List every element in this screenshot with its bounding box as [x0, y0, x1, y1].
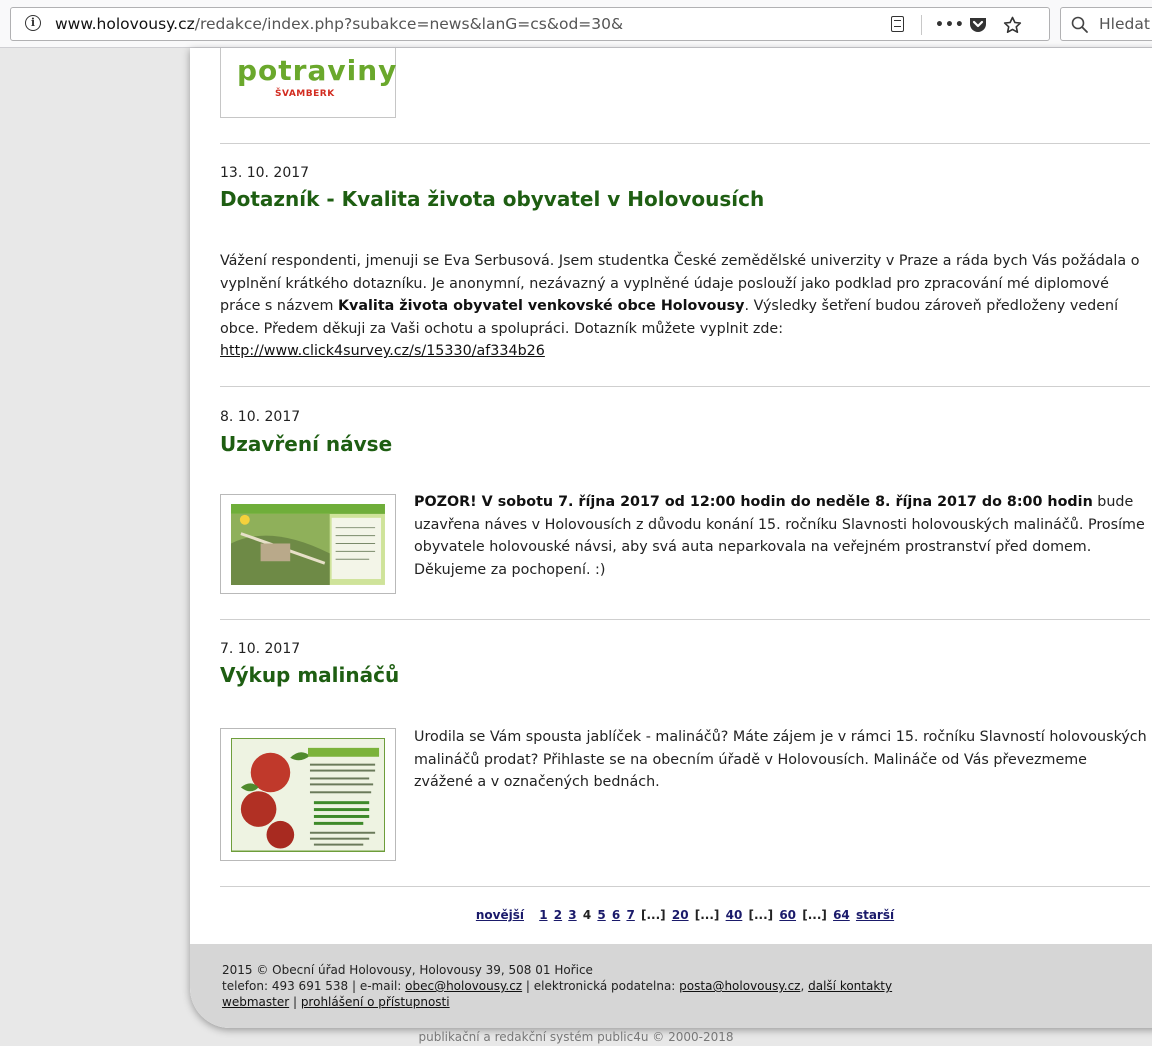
sponsor-banner[interactable]: potraviny ŠVAMBERK — [220, 48, 396, 118]
news-thumbnail[interactable] — [220, 494, 396, 594]
site-footer: 2015 © Obecní úřad Holovousy, Holovousy … — [190, 944, 1152, 1028]
pager-ellipsis: [...] — [748, 908, 774, 922]
news-text-bold: Kvalita života obyvatel venkovské obce H… — [337, 298, 745, 314]
pager-page-link[interactable]: 40 — [726, 908, 743, 922]
page-content: potraviny ŠVAMBERK 13. 10. 2017 Dotazník… — [190, 48, 1152, 1028]
pager-newer-link[interactable]: novější — [476, 908, 524, 922]
footer-webmaster-link[interactable]: webmaster — [222, 995, 289, 1009]
news-date: 7. 10. 2017 — [220, 641, 301, 657]
pager-ellipsis: [...] — [641, 908, 666, 922]
pager-page-link[interactable]: 7 — [626, 908, 634, 922]
pager-page-link[interactable]: 20 — [672, 908, 689, 922]
news-date: 13. 10. 2017 — [220, 165, 310, 181]
footer-contact: 2015 © Obecní úřad Holovousy, Holovousy … — [222, 962, 892, 1010]
divider — [220, 886, 1150, 887]
pocket-icon[interactable] — [967, 14, 989, 36]
pager-page-link[interactable]: 3 — [568, 908, 576, 922]
divider — [220, 619, 1150, 620]
survey-link[interactable]: http://www.click4survey.cz/s/15330/af334… — [220, 343, 545, 359]
footer-contact-line: telefon: 493 691 538 | e-mail: obec@holo… — [222, 978, 892, 994]
pager-current-page: 4 — [582, 908, 592, 922]
search-icon — [1071, 16, 1088, 33]
footer-address: 2015 © Obecní úřad Holovousy, Holovousy … — [222, 963, 593, 977]
powered-by: publikační a redakční systém public4u © … — [418, 1030, 734, 1044]
bookmark-star-icon[interactable] — [1001, 14, 1023, 36]
footer-label: | elektronická podatelna: — [522, 979, 680, 993]
village-map-image — [231, 504, 385, 585]
url-host: www.holovousy.cz — [55, 15, 195, 33]
reader-view-icon[interactable] — [887, 14, 909, 36]
pagination: novější 1 2 3 4 5 6 7 [...] 20 [...] 40 … — [190, 908, 1152, 922]
search-placeholder: Hledat — [1099, 15, 1150, 33]
footer-contacts-link[interactable]: další kontakty — [808, 979, 892, 993]
url-path: /redakce/index.php?subakce=news&lanG=cs&… — [194, 15, 624, 33]
footer-separator: , — [800, 979, 809, 993]
pager-page-link[interactable]: 2 — [554, 908, 562, 922]
footer-podatelna-link[interactable]: posta@holovousy.cz — [679, 979, 800, 993]
toolbar-divider — [921, 15, 922, 35]
news-text: Urodila se Vám spousta jablíček - maliná… — [414, 729, 1147, 790]
apples-poster-image — [231, 738, 385, 852]
search-box[interactable]: Hledat — [1060, 7, 1152, 41]
news-text-bold: POZOR! V sobotu 7. října 2017 od 12:00 h… — [414, 494, 1093, 510]
footer-accessibility-link[interactable]: prohlášení o přístupnosti — [301, 995, 450, 1009]
footer-email-link[interactable]: obec@holovousy.cz — [405, 979, 522, 993]
pager-older-link[interactable]: starší — [856, 908, 894, 922]
news-text: POZOR! V sobotu 7. října 2017 od 12:00 h… — [414, 491, 1149, 581]
news-title[interactable]: Výkup malináčů — [220, 663, 399, 687]
footer-separator: | — [289, 995, 301, 1009]
pager-page-link[interactable]: 5 — [597, 908, 605, 922]
news-title[interactable]: Uzavření návse — [220, 432, 392, 456]
url-text[interactable]: www.holovousy.cz/redakce/index.php?subak… — [55, 15, 623, 33]
footer-phone: telefon: 493 691 538 | e-mail: — [222, 979, 406, 993]
sponsor-logo-subtext: ŠVAMBERK — [275, 89, 335, 99]
info-icon[interactable]: i — [25, 15, 41, 31]
pager-page-link[interactable]: 6 — [612, 908, 620, 922]
pager-page-link[interactable]: 60 — [779, 908, 796, 922]
news-text: Vážení respondenti, jmenuji se Eva Serbu… — [220, 250, 1145, 363]
pager-ellipsis: [...] — [802, 908, 827, 922]
address-bar[interactable]: i www.holovousy.cz/redakce/index.php?sub… — [10, 7, 1050, 41]
footer-links: webmaster | prohlášení o přístupnosti — [222, 994, 892, 1010]
pager-ellipsis: [...] — [694, 908, 720, 922]
pager-page-link[interactable]: 1 — [539, 908, 547, 922]
news-title[interactable]: Dotazník - Kvalita života obyvatel v Hol… — [220, 187, 764, 211]
more-dots-icon[interactable]: ••• — [935, 14, 964, 36]
news-thumbnail[interactable] — [220, 728, 396, 861]
news-date: 8. 10. 2017 — [220, 409, 301, 425]
divider — [220, 143, 1150, 144]
browser-toolbar: i www.holovousy.cz/redakce/index.php?sub… — [0, 0, 1152, 48]
pager-page-link[interactable]: 64 — [833, 908, 850, 922]
divider — [220, 386, 1150, 387]
sponsor-logo-text: potraviny — [237, 54, 398, 87]
